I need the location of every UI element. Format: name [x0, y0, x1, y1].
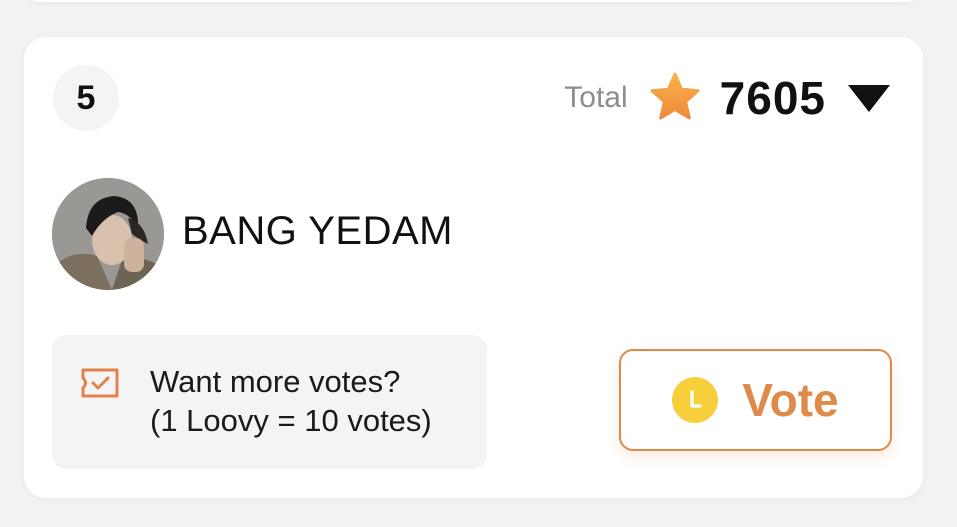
loovy-coin-icon: [672, 377, 719, 423]
total-value: 7605: [719, 72, 826, 124]
avatar-image: [52, 178, 164, 290]
vote-button[interactable]: Vote: [619, 349, 892, 451]
info-text-line1: Want more votes?: [150, 364, 401, 399]
total-votes[interactable]: Total 7605: [564, 72, 890, 124]
vote-button-label: Vote: [742, 374, 839, 426]
artist-name: BANG YEDAM: [182, 209, 453, 253]
avatar: [52, 178, 164, 290]
more-votes-info[interactable]: Want more votes? (1 Loovy = 10 votes): [52, 335, 487, 469]
chevron-down-icon[interactable]: [848, 84, 890, 112]
star-icon: [650, 72, 700, 120]
previous-card-edge: [24, 0, 922, 2]
total-label: Total: [564, 81, 628, 114]
info-text-line2: (1 Loovy = 10 votes): [150, 403, 432, 438]
ticket-check-icon: [81, 368, 119, 398]
rank-badge: 5: [53, 65, 119, 131]
artist-vote-card: 5 Total 7605 BANG YEDAM Want more votes?…: [24, 37, 923, 498]
